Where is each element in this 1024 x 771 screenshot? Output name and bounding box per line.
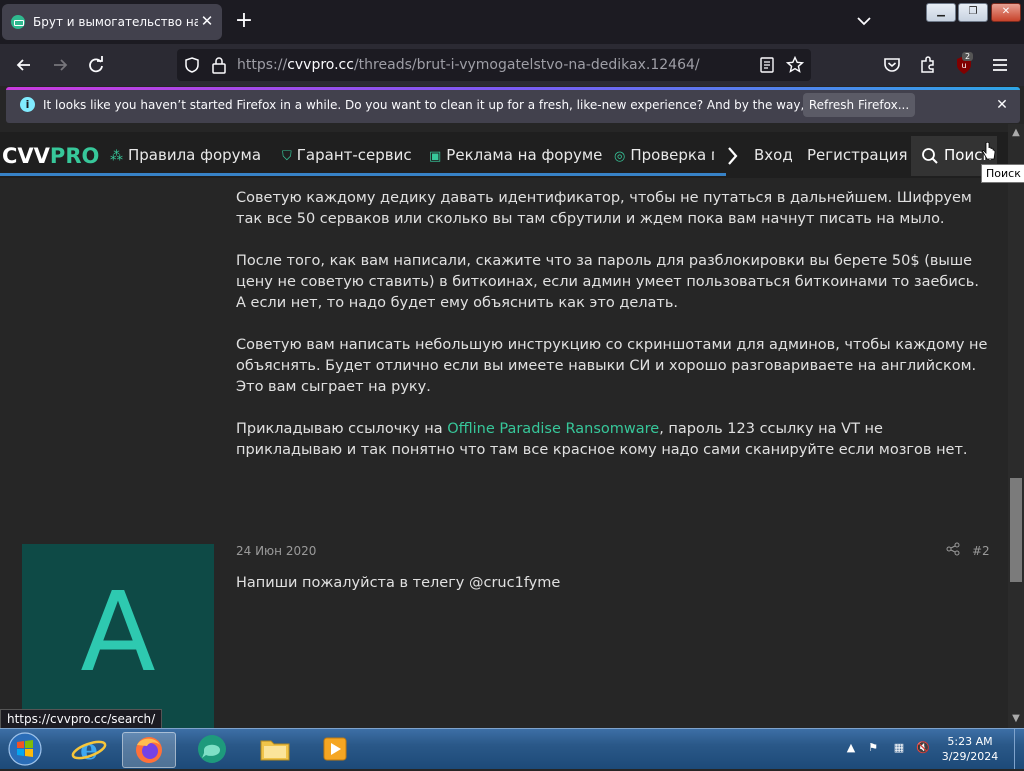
new-tab-button[interactable]: + — [232, 8, 256, 36]
site-navigation: CVVPRO ⁂ Правила форума ⛉ Гарант-сервис ▣ Р… — [0, 132, 1008, 178]
window-close-button[interactable]: ✕ — [991, 3, 1021, 22]
bookmark-star-icon[interactable] — [786, 56, 804, 74]
clock-date: 3/29/2024 — [941, 750, 999, 763]
tab-title: Брут и вымогательство на дедиках — [33, 15, 198, 29]
post-paragraph: Советую вам написать небольшую инструкци… — [236, 337, 988, 395]
folder-icon — [260, 740, 290, 761]
hand-cursor-icon — [982, 142, 996, 160]
thread-content: Советую каждому дедику давать идентифика… — [0, 178, 1008, 728]
shield-icon[interactable] — [183, 56, 201, 74]
network-tray-icon[interactable]: ▦ — [892, 741, 906, 755]
show-desktop-button[interactable] — [1014, 729, 1024, 769]
taskbar-firefox[interactable] — [122, 732, 176, 768]
web-page: CVVPRO ⁂ Правила форума ⛉ Гарант-сервис ▣ Р… — [0, 124, 1008, 728]
reader-view-icon[interactable] — [759, 57, 775, 73]
post-message: Напиши пожалуйста в телегу @cruc1fyme — [236, 575, 561, 591]
post-paragraph: Советую каждому дедику давать идентифика… — [236, 190, 972, 227]
tab-close-icon[interactable]: ✕ — [198, 12, 216, 30]
url-text[interactable]: https://cvvpro.cc/threads/brut-i-vymogat… — [237, 57, 700, 73]
system-clock[interactable]: 5:23 AM 3/29/2024 — [930, 734, 1010, 764]
refresh-firefox-button[interactable]: Refresh Firefox... — [803, 93, 915, 117]
scrollbar-thumb[interactable] — [1010, 478, 1022, 582]
avatar[interactable]: A — [22, 544, 214, 728]
firefox-icon — [136, 737, 162, 763]
nav-scroll-right-icon[interactable] — [724, 142, 742, 176]
search-icon — [922, 148, 938, 164]
windows-taskbar: e ▲ ⚑ ▦ 🔇 5:23 AM 3/29/2024 — [0, 728, 1024, 769]
site-logo[interactable]: CVVPRO — [2, 144, 99, 168]
network-icon: ⁂ — [110, 149, 123, 164]
tab-strip: Брут и вымогательство на дедиках ✕ + ▁ ❐… — [0, 0, 1024, 44]
tooltip: Поиск — [981, 164, 1024, 183]
clock-time: 5:23 AM — [947, 735, 993, 748]
arrow-right-icon — [54, 59, 68, 71]
taskbar-media-player[interactable] — [309, 732, 361, 766]
taskbar-file-explorer[interactable] — [249, 732, 301, 766]
ransomware-link[interactable]: Offline Paradise Ransomware — [447, 421, 659, 437]
post-date[interactable]: 24 Июн 2020 — [236, 544, 316, 558]
nav-check-link[interactable]: ◎ Проверка п — [614, 146, 714, 164]
pocket-icon — [884, 58, 900, 72]
svg-text:u: u — [961, 61, 966, 70]
ad-icon: ▣ — [429, 149, 442, 164]
notification-bar: i It looks like you haven’t started Fire… — [6, 87, 1020, 123]
scroll-up-arrow-icon[interactable]: ▲ — [1008, 124, 1024, 142]
notification-text: It looks like you haven’t started Firefo… — [43, 98, 899, 112]
nav-advertising-link[interactable]: ▣ Реклама на форуме — [429, 146, 602, 164]
link-status-bar: https://cvvpro.cc/search/ — [0, 709, 163, 729]
register-link[interactable]: Регистрация — [807, 146, 908, 164]
back-button[interactable] — [12, 53, 36, 77]
lock-icon[interactable] — [211, 56, 227, 74]
share-icon[interactable] — [946, 542, 962, 558]
show-hidden-icons-chevron-icon[interactable]: ▲ — [844, 741, 858, 755]
post-paragraph: Прикладываю ссылочку на Offline Paradise… — [236, 421, 968, 458]
app-bubble-icon — [198, 735, 226, 763]
window-restore-button[interactable]: ❐ — [958, 3, 988, 22]
pocket-button[interactable] — [880, 53, 904, 77]
puzzle-icon — [921, 56, 934, 73]
window-minimize-button[interactable]: ▁ — [926, 3, 956, 22]
reload-button[interactable] — [84, 53, 108, 77]
forward-button[interactable] — [48, 53, 72, 77]
hamburger-menu-icon — [993, 59, 1007, 71]
media-player-icon — [323, 737, 347, 761]
nav-rules-link[interactable]: ⁂ Правила форума — [110, 146, 261, 164]
taskbar-app-green[interactable] — [186, 732, 238, 766]
nav-accent-line — [0, 173, 726, 176]
internet-explorer-icon: e — [71, 733, 107, 766]
reload-icon — [89, 56, 103, 73]
arrow-left-icon — [16, 59, 30, 71]
list-all-tabs-button[interactable] — [852, 10, 876, 32]
start-button[interactable] — [3, 731, 47, 767]
chevron-down-icon — [857, 17, 871, 26]
navigation-toolbar: https://cvvpro.cc/threads/brut-i-vymogat… — [0, 44, 1024, 86]
volume-muted-icon[interactable]: 🔇 — [916, 741, 930, 755]
shield-check-icon: ⛉ — [282, 149, 292, 164]
extensions-button[interactable] — [916, 53, 940, 77]
fingerprint-icon: ◎ — [614, 149, 626, 164]
scroll-down-arrow-icon[interactable]: ▼ — [1008, 710, 1024, 728]
info-icon: i — [20, 97, 35, 112]
browser-tab-active[interactable]: Брут и вымогательство на дедиках ✕ — [2, 4, 222, 40]
action-center-flag-icon[interactable]: ⚑ — [866, 741, 880, 755]
post-paragraph: После того, как вам написали, скажите чт… — [236, 253, 979, 311]
post-number-link[interactable]: #2 — [972, 544, 990, 558]
app-menu-button[interactable] — [988, 53, 1012, 77]
page-scrollbar[interactable] — [1008, 124, 1024, 728]
taskbar-internet-explorer[interactable]: e — [63, 732, 115, 766]
url-bar[interactable]: https://cvvpro.cc/threads/brut-i-vymogat… — [177, 49, 811, 81]
extension-badge: 2 — [962, 52, 974, 61]
nav-guarantee-link[interactable]: ⛉ Гарант-сервис — [282, 146, 412, 164]
login-link[interactable]: Вход — [754, 146, 793, 164]
site-favicon-icon — [11, 15, 25, 29]
notification-close-icon[interactable]: ✕ — [992, 95, 1012, 115]
svg-text:e: e — [80, 733, 98, 766]
